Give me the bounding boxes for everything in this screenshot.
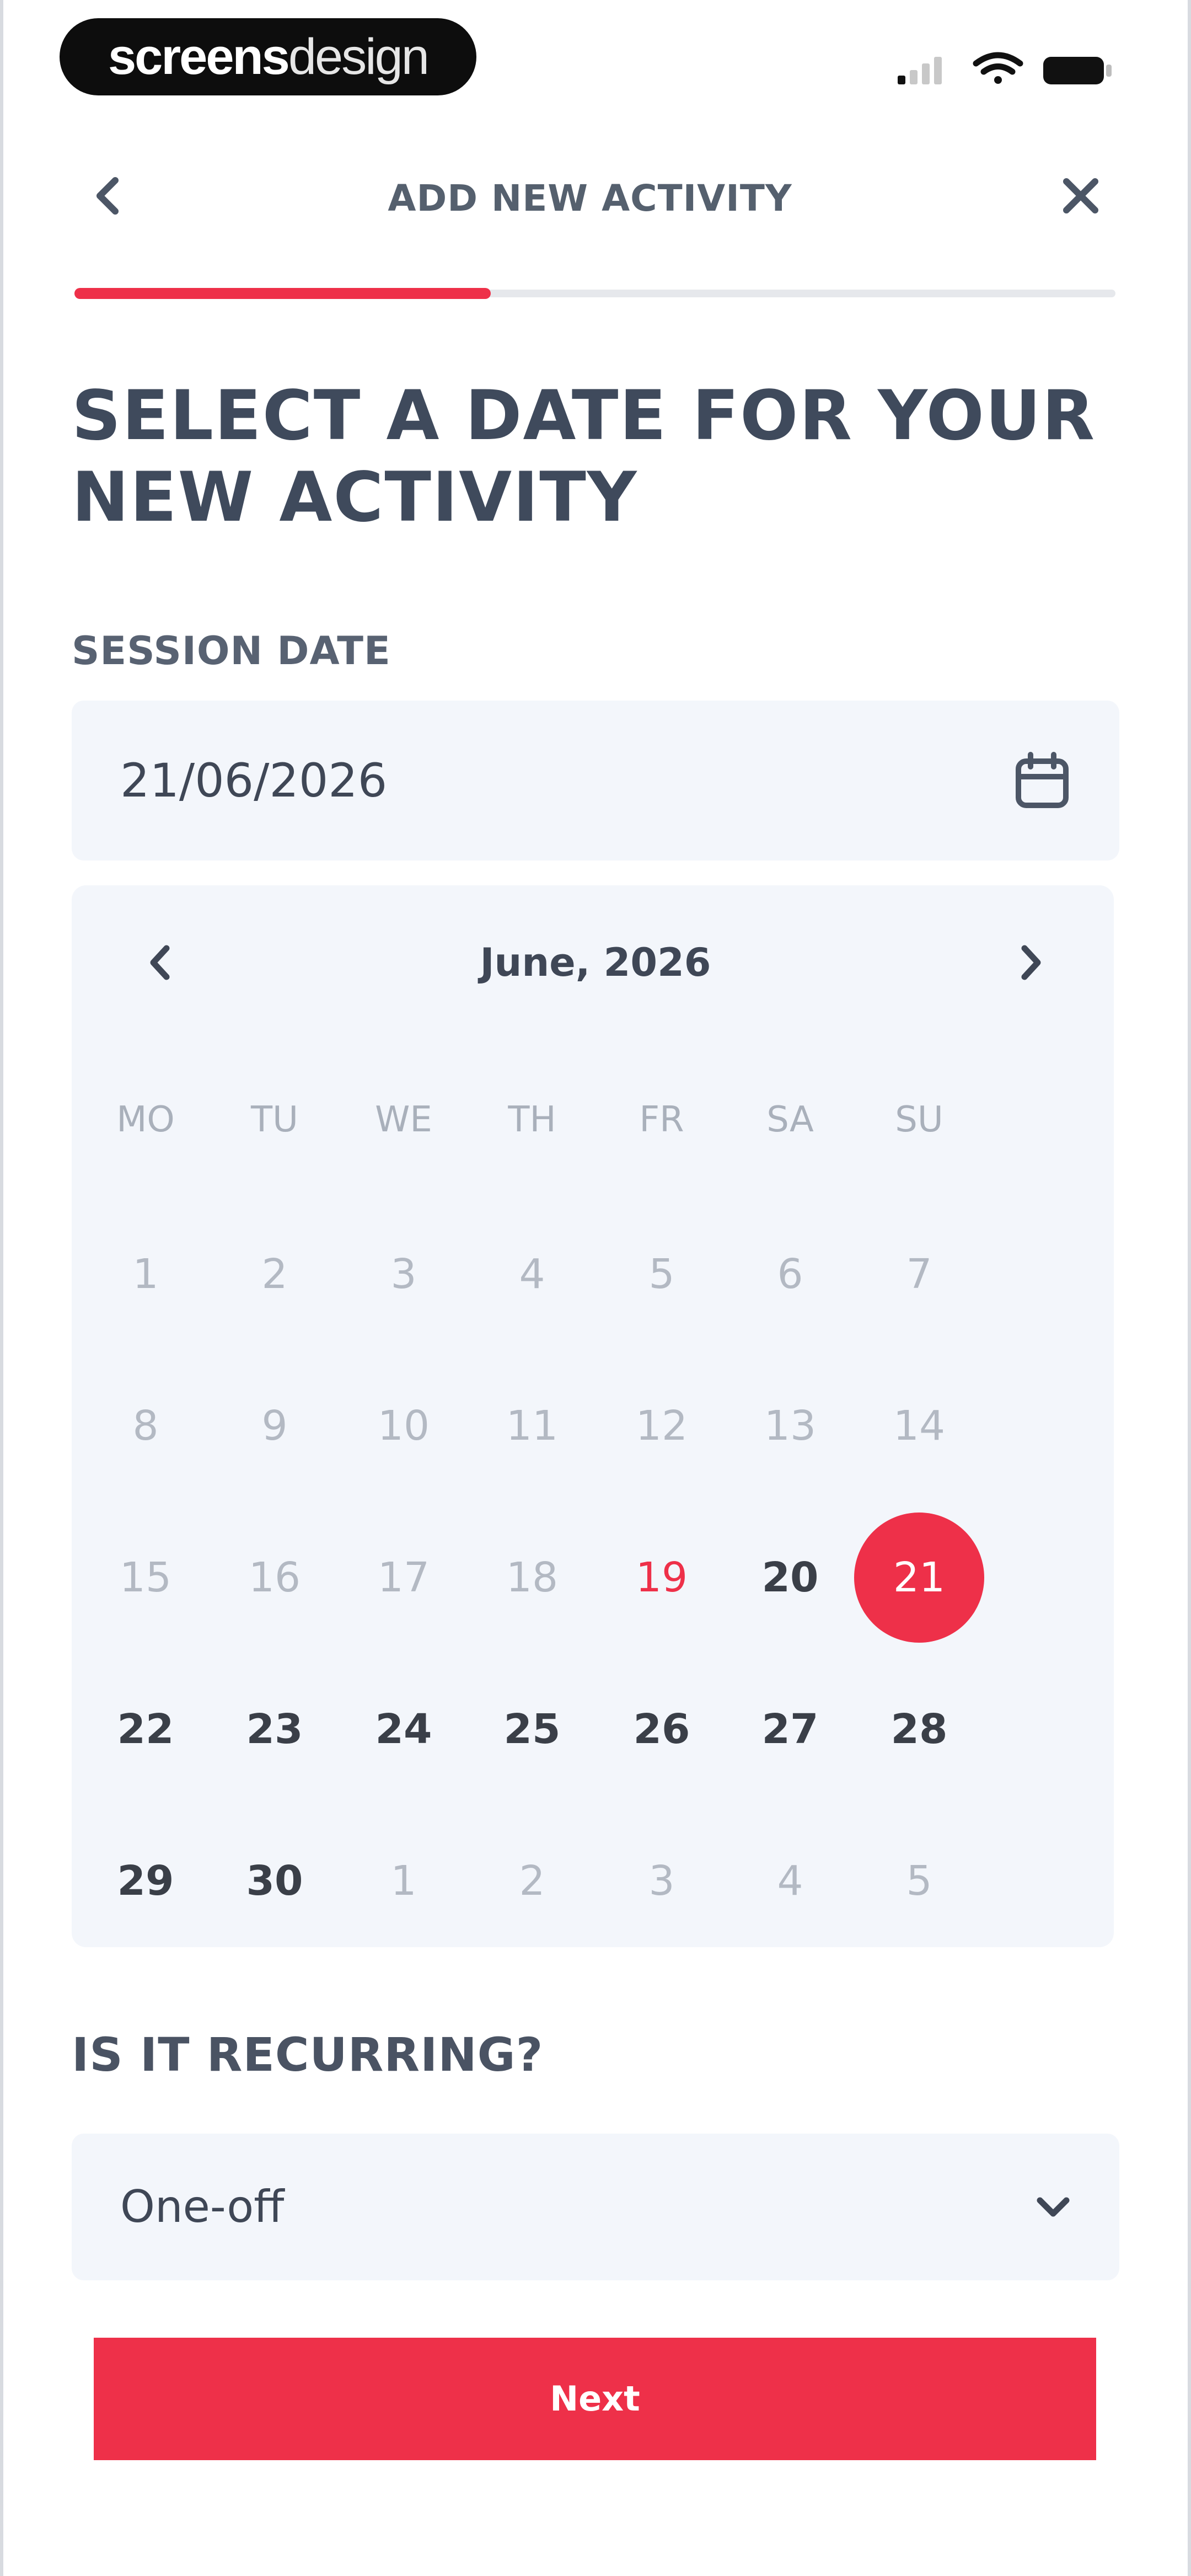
day-cell[interactable]: 15 [90,1522,201,1633]
weekday-label: SA [766,1099,814,1140]
chevron-right-icon [1021,945,1041,980]
chevron-left-icon [96,177,119,215]
day-cell[interactable]: 23 [219,1674,330,1784]
day-cell[interactable]: 1 [348,1826,459,1936]
weekday-label: MO [116,1099,175,1140]
recurring-select[interactable]: One-off [72,2134,1119,2280]
day-cell[interactable]: 4 [735,1826,845,1936]
progress-fill [74,288,491,299]
signal-icon [898,57,942,84]
day-cell[interactable]: 2 [219,1219,330,1329]
day-cell[interactable]: 20 [735,1522,845,1633]
previous-month-button[interactable] [127,929,193,996]
session-date-field[interactable]: 21/06/2026 [72,701,1119,861]
status-icons [893,47,1125,91]
weekday-label: FR [639,1099,684,1140]
session-date-value: 21/06/2026 [120,753,388,808]
logo-text-light: design [288,29,430,85]
month-label: June, 2026 [480,940,711,985]
day-cell[interactable]: 29 [90,1826,201,1936]
day-cell[interactable]: 2 [477,1826,587,1936]
day-cell[interactable]: 16 [219,1522,330,1633]
close-icon [1063,178,1098,213]
day-cell[interactable]: 7 [864,1219,974,1329]
next-month-button[interactable] [998,929,1064,996]
day-cell[interactable]: 14 [864,1371,974,1481]
day-cell[interactable]: 1 [90,1219,201,1329]
battery-icon [1043,57,1112,84]
weekday-label: TU [251,1099,298,1140]
day-cell[interactable]: 5 [607,1219,717,1329]
day-cell[interactable]: 3 [607,1826,717,1936]
wifi-icon [973,52,1023,84]
day-cell-selected[interactable]: 21 [864,1522,974,1633]
day-cell[interactable]: 10 [348,1371,459,1481]
day-cell[interactable]: 22 [90,1674,201,1784]
session-date-label: SESSION DATE [72,628,391,674]
recurring-label: IS IT RECURRING? [72,2028,544,2082]
day-cell[interactable]: 30 [219,1826,330,1936]
recurring-select-value: One-off [120,2181,285,2232]
day-cell[interactable]: 11 [477,1371,587,1481]
next-button[interactable]: Next [94,2338,1096,2460]
header-title: ADD NEW ACTIVITY [388,177,792,220]
weekday-label: TH [508,1099,556,1140]
day-cell[interactable]: 9 [219,1371,330,1481]
day-cell[interactable]: 4 [477,1219,587,1329]
day-cell[interactable]: 8 [90,1371,201,1481]
day-cell[interactable]: 18 [477,1522,587,1633]
day-cell[interactable]: 3 [348,1219,459,1329]
close-button[interactable] [1050,165,1111,226]
day-cell[interactable]: 28 [864,1674,974,1784]
day-cell[interactable]: 6 [735,1219,845,1329]
day-cell[interactable]: 12 [607,1371,717,1481]
back-button[interactable] [77,165,138,226]
chevron-left-icon [150,945,170,980]
day-cell[interactable]: 5 [864,1826,974,1936]
page-title: SELECT A DATE FOR YOUR NEW ACTIVITY [72,376,1096,537]
day-cell[interactable]: 19 [607,1522,717,1633]
day-cell[interactable]: 26 [607,1674,717,1784]
screensdesign-logo: screensdesign [60,18,476,95]
day-cell[interactable]: 17 [348,1522,459,1633]
day-cell[interactable]: 27 [735,1674,845,1784]
chevron-down-icon [1020,2174,1086,2240]
calendar-icon[interactable] [1009,747,1075,814]
day-cell[interactable]: 13 [735,1371,845,1481]
weekday-label: WE [375,1099,432,1140]
day-cell[interactable]: 25 [477,1674,587,1784]
logo-text-bold: screens [108,29,290,85]
weekday-label: SU [895,1099,943,1140]
date-picker-calendar: June, 2026 MO TU WE TH FR SA SU 1 2 3 4 5 6 7 8 9 10 11 1… [72,885,1114,1947]
day-cell[interactable]: 24 [348,1674,459,1784]
